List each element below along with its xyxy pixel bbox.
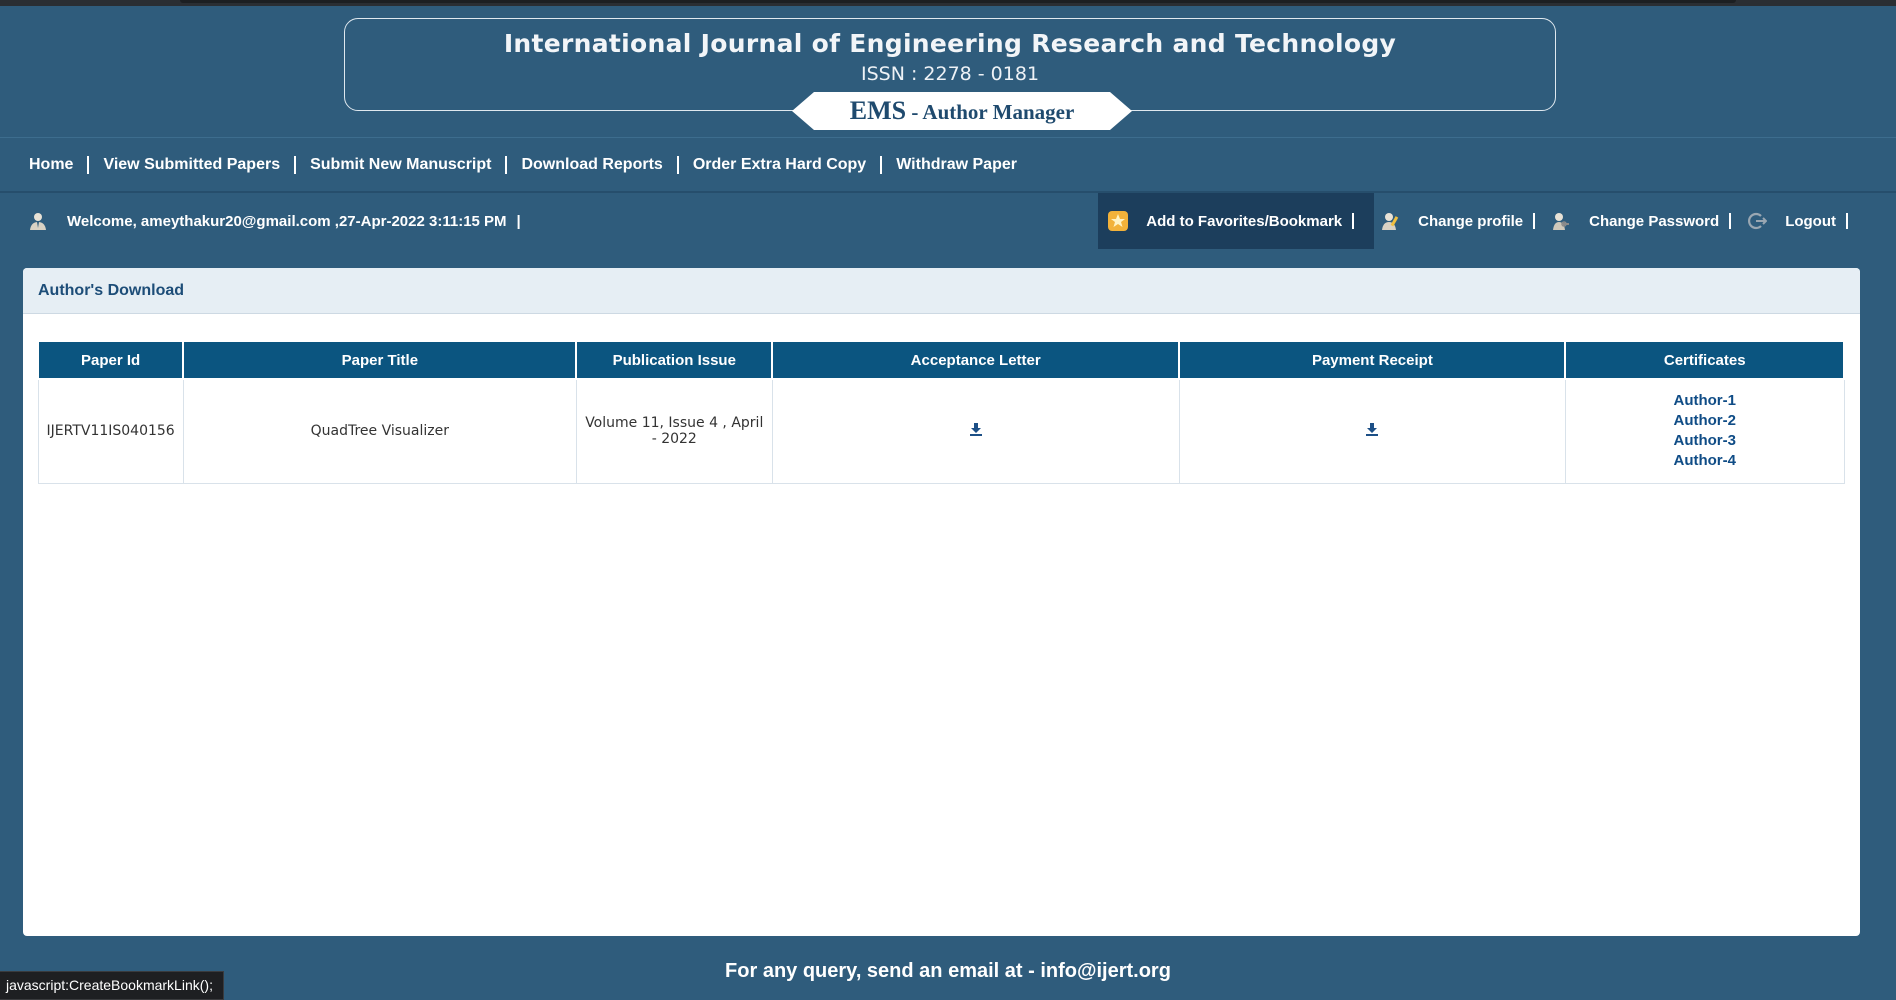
- download-icon[interactable]: [1365, 422, 1379, 437]
- authors-download-panel: Author's Download Paper Id Paper Title P…: [23, 268, 1860, 936]
- favorites-label[interactable]: Add to Favorites/Bookmark: [1146, 213, 1342, 230]
- downloads-table: Paper Id Paper Title Publication Issue A…: [36, 340, 1845, 484]
- nav-separator: [505, 155, 508, 174]
- publication-issue-cell: Volume 11, Issue 4 , April - 2022: [575, 378, 773, 484]
- author-manager-label: - Author Manager: [906, 100, 1075, 124]
- link-separator: [1729, 213, 1732, 229]
- col-paper-title: Paper Title: [182, 340, 578, 380]
- acceptance-letter-cell: [771, 378, 1180, 484]
- key-user-icon: [1551, 211, 1571, 231]
- download-icon[interactable]: [969, 422, 983, 437]
- col-certificates: Certificates: [1564, 340, 1845, 380]
- footer-contact: For any query, send an email at - info@i…: [725, 960, 1171, 982]
- table-row: IJERTV11IS040156 QuadTree Visualizer Vol…: [37, 378, 1845, 484]
- main-nav: Home View Submitted Papers Submit New Ma…: [0, 137, 1896, 193]
- nav-separator: [87, 155, 90, 174]
- certificate-link-author-4[interactable]: Author-4: [1574, 451, 1836, 471]
- table-header-row: Paper Id Paper Title Publication Issue A…: [36, 340, 1845, 380]
- certificate-link-author-1[interactable]: Author-1: [1574, 391, 1836, 411]
- user-bar: Welcome, ameythakur20@gmail.com ,27-Apr-…: [0, 193, 1896, 249]
- paper-title-cell: QuadTree Visualizer: [182, 378, 577, 484]
- ems-label: EMS: [849, 96, 907, 125]
- browser-status-bar: javascript:CreateBookmarkLink();: [0, 971, 224, 1000]
- account-links: Add to Favorites/Bookmark Change profile: [1098, 193, 1858, 249]
- nav-submit-new-manuscript[interactable]: Submit New Manuscript: [310, 156, 491, 174]
- nav-withdraw-paper[interactable]: Withdraw Paper: [896, 156, 1017, 174]
- logout-icon: [1747, 211, 1768, 231]
- favorites-button[interactable]: Add to Favorites/Bookmark: [1098, 193, 1375, 249]
- link-separator: [1352, 213, 1355, 229]
- nav-order-extra-hard-copy[interactable]: Order Extra Hard Copy: [693, 156, 866, 174]
- journal-issn: ISSN : 2278 - 0181: [860, 63, 1040, 85]
- user-icon: [28, 211, 48, 231]
- ems-author-manager-tag: EMS - Author Manager: [792, 92, 1132, 130]
- nav-home[interactable]: Home: [29, 156, 73, 174]
- col-paper-id: Paper Id: [36, 340, 185, 380]
- certificate-link-author-2[interactable]: Author-2: [1574, 411, 1836, 431]
- col-publication-issue: Publication Issue: [575, 340, 774, 380]
- nav-separator: [294, 155, 297, 174]
- nav-separator: [676, 155, 679, 174]
- certificate-link-author-3[interactable]: Author-3: [1574, 431, 1836, 451]
- link-separator: [1533, 213, 1536, 229]
- edit-profile-icon: [1380, 211, 1400, 231]
- nav-download-reports[interactable]: Download Reports: [521, 156, 662, 174]
- panel-title: Author's Download: [23, 268, 1860, 314]
- logout-link[interactable]: Logout: [1785, 213, 1836, 230]
- browser-top-strip: [0, 0, 1896, 6]
- change-password-link[interactable]: Change Password: [1589, 213, 1719, 230]
- certificates-cell: Author-1 Author-2 Author-3 Author-4: [1564, 378, 1845, 484]
- col-payment-receipt: Payment Receipt: [1178, 340, 1567, 380]
- welcome-separator: |: [516, 213, 521, 230]
- welcome-message: Welcome, ameythakur20@gmail.com ,27-Apr-…: [67, 213, 507, 230]
- change-profile-link[interactable]: Change profile: [1418, 213, 1523, 230]
- journal-title: International Journal of Engineering Res…: [503, 29, 1397, 58]
- star-icon: [1108, 211, 1129, 231]
- welcome-text: Welcome, ameythakur20@gmail.com ,27-Apr-…: [67, 213, 521, 230]
- nav-view-submitted-papers[interactable]: View Submitted Papers: [103, 156, 280, 174]
- col-acceptance-letter: Acceptance Letter: [771, 340, 1181, 380]
- payment-receipt-cell: [1178, 378, 1566, 484]
- paper-id-cell: IJERTV11IS040156: [37, 378, 184, 484]
- link-separator: [1846, 213, 1848, 229]
- nav-separator: [880, 155, 883, 174]
